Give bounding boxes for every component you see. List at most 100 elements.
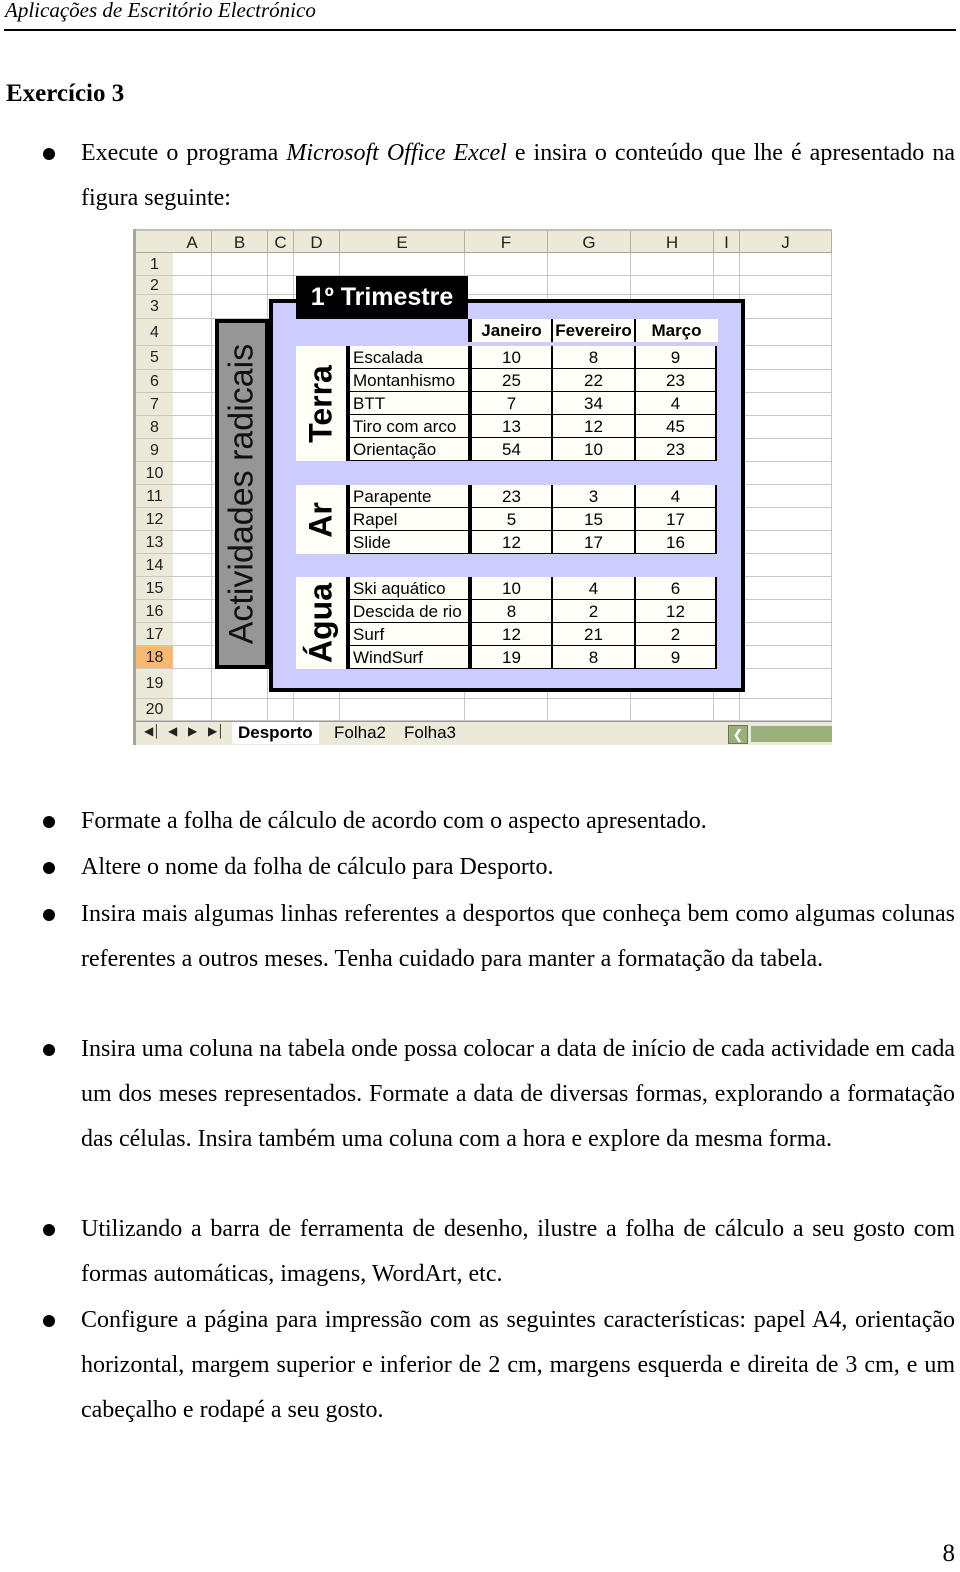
horizontal-scrollbar[interactable] — [751, 726, 832, 742]
value-cell[interactable]: 8 — [468, 600, 551, 623]
column-header-c[interactable]: C — [268, 231, 294, 255]
column-header-b[interactable]: B — [212, 231, 268, 255]
column-header-f[interactable]: F — [465, 231, 548, 255]
row-header-8[interactable]: 8 — [136, 416, 173, 439]
month-header[interactable]: Janeiro — [468, 319, 551, 342]
column-header-g[interactable]: G — [548, 231, 631, 255]
value-cell[interactable]: 34 — [551, 392, 634, 415]
instruction-item: Utilizando a barra de ferramenta de dese… — [81, 1216, 955, 1287]
last-sheet-icon[interactable]: ▶│ — [208, 724, 225, 738]
gridline — [136, 698, 832, 699]
month-header[interactable]: Fevereiro — [551, 319, 634, 342]
value-cell[interactable]: 10 — [551, 438, 634, 461]
value-cell[interactable]: 6 — [634, 577, 717, 600]
table-row: Descida de rio 8 2 12 — [346, 600, 717, 623]
value-cell[interactable]: 8 — [551, 346, 634, 369]
value-cell[interactable]: 23 — [468, 485, 551, 508]
row-header-18[interactable]: 18 — [136, 646, 173, 669]
column-header-e[interactable]: E — [340, 231, 465, 255]
value-cell[interactable]: 23 — [634, 438, 717, 461]
activity-name-cell[interactable]: Ski aquático — [346, 577, 468, 600]
value-cell[interactable]: 45 — [634, 415, 717, 438]
prev-sheet-icon[interactable]: ◀ — [168, 724, 177, 738]
category-group-1: Ar Parapente 23 3 4 Rapel 5 15 17 Slide 12 17 16 — [296, 485, 717, 554]
row-header-15[interactable]: 15 — [136, 577, 173, 600]
row-header-11[interactable]: 11 — [136, 485, 173, 508]
column-header-i[interactable]: I — [714, 231, 740, 255]
sheet-tab-folha2[interactable]: Folha2 — [328, 722, 392, 744]
value-cell[interactable]: 12 — [468, 623, 551, 646]
row-header-12[interactable]: 12 — [136, 508, 173, 531]
row-header-9[interactable]: 9 — [136, 439, 173, 462]
value-cell[interactable]: 16 — [634, 531, 717, 554]
instruction-item: Altere o nome da folha de cálculo para D… — [81, 854, 554, 880]
row-header-16[interactable]: 16 — [136, 600, 173, 623]
table-row: Slide 12 17 16 — [346, 531, 717, 554]
value-cell[interactable]: 2 — [551, 600, 634, 623]
table-row: WindSurf 19 8 9 — [346, 646, 717, 669]
row-header-7[interactable]: 7 — [136, 393, 173, 416]
sheet-tab-desporto[interactable]: Desporto — [232, 722, 319, 744]
row-header-6[interactable]: 6 — [136, 370, 173, 393]
activity-name-cell[interactable]: Surf — [346, 623, 468, 646]
activity-name-cell[interactable]: Parapente — [346, 485, 468, 508]
row-header-14[interactable]: 14 — [136, 554, 173, 577]
row-header-20[interactable]: 20 — [136, 699, 173, 721]
value-cell[interactable]: 19 — [468, 646, 551, 669]
bullet-icon — [43, 1315, 55, 1327]
value-cell[interactable]: 25 — [468, 369, 551, 392]
value-cell[interactable]: 23 — [634, 369, 717, 392]
column-header-d[interactable]: D — [294, 231, 340, 255]
value-cell[interactable]: 10 — [468, 577, 551, 600]
quarter-title: 1º Trimestre — [296, 276, 468, 319]
value-cell[interactable]: 5 — [468, 508, 551, 531]
row-header-1[interactable]: 1 — [136, 253, 173, 276]
month-header[interactable]: Março — [634, 319, 717, 342]
value-cell[interactable]: 12 — [551, 415, 634, 438]
scroll-left-icon[interactable]: ❮ — [728, 725, 748, 744]
value-cell[interactable]: 2 — [634, 623, 717, 646]
row-header-3[interactable]: 3 — [136, 295, 173, 319]
value-cell[interactable]: 8 — [551, 646, 634, 669]
row-header-19[interactable]: 19 — [136, 669, 173, 699]
row-header-17[interactable]: 17 — [136, 623, 173, 646]
activity-name-cell[interactable]: Tiro com arco — [346, 415, 468, 438]
value-cell[interactable]: 12 — [634, 600, 717, 623]
column-header-j[interactable]: J — [740, 231, 832, 255]
row-header-13[interactable]: 13 — [136, 531, 173, 554]
activity-name-cell[interactable]: Montanhismo — [346, 369, 468, 392]
value-cell[interactable]: 54 — [468, 438, 551, 461]
value-cell[interactable]: 13 — [468, 415, 551, 438]
column-header-h[interactable]: H — [631, 231, 714, 255]
value-cell[interactable]: 9 — [634, 346, 717, 369]
row-header-10[interactable]: 10 — [136, 462, 173, 485]
value-cell[interactable]: 15 — [551, 508, 634, 531]
first-sheet-icon[interactable]: ◀│ — [144, 724, 161, 738]
activity-name-cell[interactable]: Descida de rio — [346, 600, 468, 623]
value-cell[interactable]: 12 — [468, 531, 551, 554]
row-header-4[interactable]: 4 — [136, 319, 173, 346]
value-cell[interactable]: 9 — [634, 646, 717, 669]
activity-name-cell[interactable]: Orientação — [346, 438, 468, 461]
value-cell[interactable]: 4 — [634, 485, 717, 508]
activity-name-cell[interactable]: BTT — [346, 392, 468, 415]
value-cell[interactable]: 17 — [634, 508, 717, 531]
activity-name-cell[interactable]: Escalada — [346, 346, 468, 369]
activity-name-cell[interactable]: Slide — [346, 531, 468, 554]
value-cell[interactable]: 10 — [468, 346, 551, 369]
row-header-5[interactable]: 5 — [136, 346, 173, 370]
value-cell[interactable]: 4 — [551, 577, 634, 600]
column-header-bar: ABCDEFGHIJ — [136, 229, 832, 255]
activity-name-cell[interactable]: Rapel — [346, 508, 468, 531]
value-cell[interactable]: 3 — [551, 485, 634, 508]
row-header-2[interactable]: 2 — [136, 276, 173, 295]
value-cell[interactable]: 21 — [551, 623, 634, 646]
value-cell[interactable]: 22 — [551, 369, 634, 392]
value-cell[interactable]: 7 — [468, 392, 551, 415]
value-cell[interactable]: 4 — [634, 392, 717, 415]
next-sheet-icon[interactable]: ▶ — [188, 724, 197, 738]
sheet-tab-folha3[interactable]: Folha3 — [398, 722, 462, 744]
column-header-a[interactable]: A — [173, 231, 212, 255]
value-cell[interactable]: 17 — [551, 531, 634, 554]
activity-name-cell[interactable]: WindSurf — [346, 646, 468, 669]
